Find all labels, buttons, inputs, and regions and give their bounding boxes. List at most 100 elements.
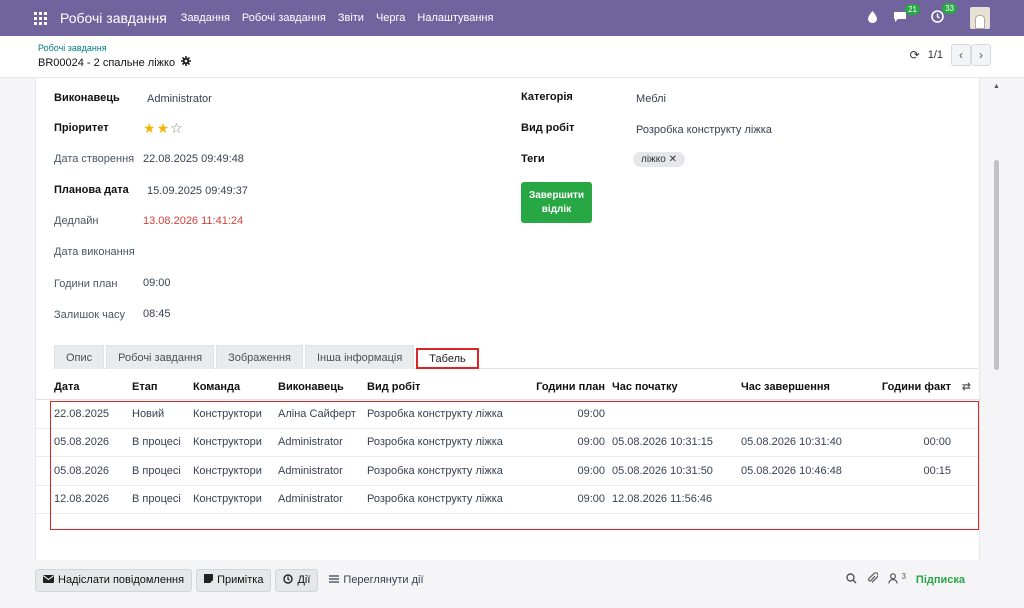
tab-description[interactable]: Опис (54, 345, 105, 369)
notebook-tabs: Опис Робочі завдання Зображення Інша інф… (54, 345, 978, 369)
cell-executor: Administrator (278, 493, 343, 506)
clock-icon (283, 573, 294, 587)
gear-icon[interactable] (181, 56, 192, 69)
form-sheet: Виконавець Administrator Пріоритет ★★☆ Д… (35, 78, 980, 560)
scroll-up-arrow-icon[interactable]: ▲ (993, 83, 1000, 90)
messages-icon[interactable]: 21 (893, 3, 920, 26)
cell-worktype: Розробка конструкту ліжка (367, 493, 503, 506)
view-activities-button[interactable]: Переглянути дії (322, 569, 430, 592)
cell-end-time: 05.08.2026 10:31:40 (741, 436, 842, 449)
header-team[interactable]: Команда (193, 381, 240, 393)
paperclip-icon[interactable] (867, 572, 879, 587)
log-note-label: Примітка (217, 574, 264, 586)
executor-value[interactable]: Administrator (147, 93, 212, 105)
scrollbar-thumb[interactable] (994, 160, 999, 370)
cell-executor: Administrator (278, 464, 343, 477)
cell-start-time: 05.08.2026 10:31:50 (612, 464, 713, 477)
scrollbar[interactable]: ▲ (990, 78, 1002, 560)
menu-item-reports[interactable]: Звіти (338, 12, 364, 24)
deadline-value[interactable]: 13.08.2026 11:41:24 (143, 215, 243, 227)
header-worktype[interactable]: Вид робіт (367, 381, 420, 393)
planned-label: Планова дата (54, 184, 129, 196)
cell-worktype: Розробка конструкту ліжка (367, 464, 503, 477)
tab-timesheet[interactable]: Табель (416, 348, 479, 369)
log-note-button[interactable]: Примітка (196, 568, 272, 592)
category-value[interactable]: Меблі (636, 93, 666, 105)
menu-item-settings[interactable]: Налаштування (417, 12, 493, 24)
priority-stars: ★★☆ (143, 120, 184, 137)
star-2-icon[interactable]: ★ (157, 120, 171, 136)
cell-stage: Новий (132, 407, 165, 420)
activities-label: Дії (297, 574, 311, 586)
cell-stage: В процесі (132, 493, 181, 506)
menu-item-tasks[interactable]: Завдання (181, 12, 230, 24)
finish-timer-button[interactable]: Завершити відлік (521, 182, 592, 223)
activities-clock-icon[interactable]: 33 (931, 3, 957, 26)
tags-label: Теги (521, 153, 545, 165)
table-row[interactable]: 05.08.2026 В процесі Конструктори Admini… (36, 457, 979, 486)
created-value: 22.08.2025 09:49:48 (143, 153, 244, 165)
app-brand[interactable]: Робочі завдання (60, 10, 167, 26)
send-message-label: Надіслати повідомлення (58, 574, 185, 586)
table-row[interactable]: 22.08.2025 Новий Конструктори Аліна Сайф… (36, 400, 979, 429)
deadline-label: Дедлайн (54, 215, 99, 227)
view-activities-label: Переглянути дії (343, 574, 424, 586)
envelope-icon (43, 574, 54, 586)
tag-chip[interactable]: ліжко ✕ (633, 152, 685, 167)
table-row[interactable]: 12.08.2026 В процесі Конструктори Admini… (36, 486, 979, 514)
hours-plan-label: Години план (54, 278, 118, 290)
category-label: Категорія (521, 91, 573, 103)
cell-end-time: 05.08.2026 10:46:48 (741, 464, 842, 477)
tab-images[interactable]: Зображення (216, 345, 303, 369)
pager-value[interactable]: 1/1 (928, 49, 943, 61)
note-icon (204, 574, 214, 586)
pager-prev-button[interactable]: ‹ (951, 44, 971, 66)
executor-label: Виконавець (54, 92, 120, 104)
activities-badge: 33 (942, 3, 957, 14)
followers-count: 3 (901, 572, 906, 581)
timesheet-table: Дата Етап Команда Виконавець Вид робіт Г… (36, 374, 979, 514)
pager: ⟳ 1/1 ‹ › (910, 44, 991, 66)
tag-remove-icon[interactable]: ✕ (669, 154, 677, 165)
drop-icon[interactable] (868, 10, 877, 26)
cell-date: 05.08.2026 (54, 436, 110, 449)
user-icon (888, 573, 901, 587)
optional-columns-icon[interactable]: ⇄ (962, 380, 971, 393)
menu-item-queue[interactable]: Черга (376, 12, 405, 24)
tab-other-info[interactable]: Інша інформація (304, 345, 415, 369)
cell-stage: В процесі (132, 464, 181, 477)
priority-label: Пріоритет (54, 122, 109, 134)
chatter-bar: Надіслати повідомлення Примітка Дії Пере… (35, 560, 980, 600)
tab-work-tasks[interactable]: Робочі завдання (106, 345, 215, 369)
menu-item-work-tasks[interactable]: Робочі завдання (242, 12, 326, 24)
star-3-icon[interactable]: ☆ (170, 120, 184, 136)
planned-value[interactable]: 15.09.2025 09:49:37 (147, 185, 248, 197)
header-start-time[interactable]: Час початку (612, 381, 678, 393)
header-hours-plan[interactable]: Години план (536, 381, 605, 393)
cell-date: 22.08.2025 (54, 407, 110, 420)
refresh-icon[interactable]: ⟳ (910, 48, 920, 62)
user-avatar[interactable] (970, 7, 990, 29)
header-hours-fact[interactable]: Години факт (882, 381, 951, 393)
table-row[interactable]: 05.08.2026 В процесі Конструктори Admini… (36, 429, 979, 457)
header-executor[interactable]: Виконавець (278, 381, 344, 393)
activities-button[interactable]: Дії (275, 568, 319, 592)
systray: 21 33 (868, 0, 990, 36)
messages-badge: 21 (905, 3, 920, 15)
pager-next-button[interactable]: › (971, 44, 991, 66)
header-stage[interactable]: Етап (132, 381, 158, 393)
search-icon[interactable] (846, 572, 857, 587)
cell-date: 05.08.2026 (54, 464, 110, 477)
send-message-button[interactable]: Надіслати повідомлення (35, 568, 193, 592)
followers-button[interactable]: 3 (888, 572, 906, 587)
header-date[interactable]: Дата (54, 381, 79, 393)
star-1-icon[interactable]: ★ (143, 120, 157, 136)
header-end-time[interactable]: Час завершення (741, 381, 830, 393)
breadcrumb[interactable]: Робочі завдання (38, 43, 107, 53)
chatter-actions: 3 Підписка (846, 572, 965, 587)
worktype-value[interactable]: Розробка конструкту ліжка (636, 124, 772, 136)
apps-menu-icon[interactable] (34, 11, 47, 25)
follow-button[interactable]: Підписка (916, 574, 965, 586)
remaining-label: Залишок часу (54, 309, 125, 321)
hours-plan-value[interactable]: 09:00 (143, 277, 171, 289)
